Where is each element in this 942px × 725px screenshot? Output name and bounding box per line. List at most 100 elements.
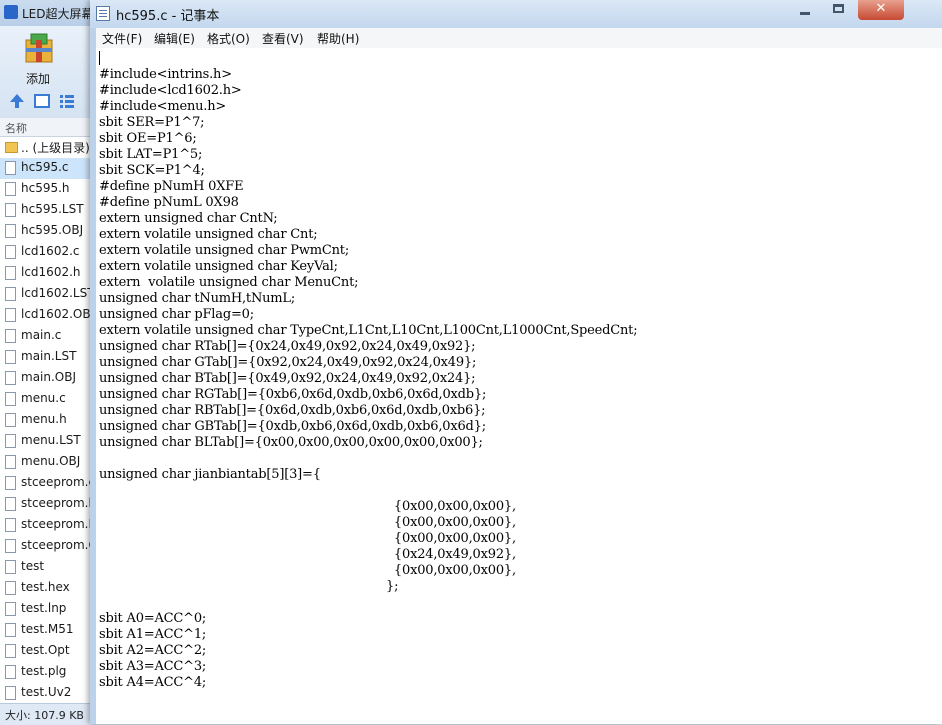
- notepad-window: hc595.c - 记事本 ✕ 文件(F) 编辑(E) 格式(O) 查看(V) …: [90, 0, 942, 724]
- file-list-item[interactable]: lcd1602.LST: [0, 284, 90, 305]
- file-list-item[interactable]: main.LST: [0, 347, 90, 368]
- file-icon: [5, 560, 16, 574]
- file-list-item[interactable]: menu.OBJ: [0, 452, 90, 473]
- file-name: hc595.OBJ: [21, 223, 84, 237]
- menu-view[interactable]: 查看(V): [262, 30, 304, 47]
- file-list-item[interactable]: menu.h: [0, 410, 90, 431]
- file-list-item[interactable]: menu.c: [0, 389, 90, 410]
- menu-edit[interactable]: 编辑(E): [154, 30, 195, 47]
- file-list-item[interactable]: stceeprom.c: [0, 473, 90, 494]
- code-line: unsigned char tNumH,tNumL;: [99, 291, 296, 306]
- file-name: .. (上级目录): [21, 141, 90, 155]
- file-icon: [5, 518, 16, 532]
- file-list-item[interactable]: hc595.OBJ: [0, 221, 90, 242]
- code-line: unsigned char GBTab[]={0xdb,0xb6,0x6d,0x…: [99, 419, 486, 434]
- file-list-item[interactable]: main.OBJ: [0, 368, 90, 389]
- code-line: sbit A1=ACC^1;: [99, 627, 207, 642]
- code-line: extern volatile unsigned char Cnt;: [99, 227, 318, 242]
- code-line: unsigned char RTab[]={0x24,0x49,0x92,0x2…: [99, 339, 476, 354]
- file-icon: [5, 539, 16, 553]
- file-list-item[interactable]: hc595.LST: [0, 200, 90, 221]
- menu-bar: 文件(F) 编辑(E) 格式(O) 查看(V) 帮助(H): [96, 28, 942, 49]
- file-list-item[interactable]: hc595.h: [0, 179, 90, 200]
- text-editor[interactable]: #include<intrins.h> #include<lcd1602.h> #i…: [96, 48, 942, 724]
- file-icon: [5, 686, 16, 700]
- code-line: extern unsigned char CntN;: [99, 211, 278, 226]
- file-icon: [5, 434, 16, 448]
- code-line: sbit A0=ACC^0;: [99, 611, 207, 626]
- code-line: #include<lcd1602.h>: [99, 83, 242, 98]
- column-header-label: 名称: [5, 122, 27, 135]
- file-list-item[interactable]: lcd1602.h: [0, 263, 90, 284]
- file-list-item[interactable]: test.M51: [0, 620, 90, 641]
- file-list-item[interactable]: test.lnp: [0, 599, 90, 620]
- code-line: {0x00,0x00,0x00},: [99, 563, 516, 578]
- close-icon: ✕: [875, 1, 887, 16]
- file-list-item[interactable]: hc595.c: [0, 158, 90, 179]
- file-icon: [5, 371, 16, 385]
- file-icon: [5, 203, 16, 217]
- file-name: test: [21, 559, 45, 573]
- code-line: {0x00,0x00,0x00},: [99, 499, 516, 514]
- file-list-item[interactable]: main.c: [0, 326, 90, 347]
- file-icon: [5, 581, 16, 595]
- code-line: #define pNumL 0X98: [99, 195, 239, 210]
- file-icon: [5, 665, 16, 679]
- file-name: stceeprom.OBJ: [21, 538, 90, 552]
- file-list-item[interactable]: lcd1602.c: [0, 242, 90, 263]
- maximize-button[interactable]: [824, 0, 854, 20]
- file-list-item[interactable]: test.hex: [0, 578, 90, 599]
- code-line: extern volatile unsigned char PwmCnt;: [99, 243, 349, 258]
- file-name: hc595.c: [21, 160, 69, 174]
- view-controls: [6, 92, 90, 110]
- code-line: unsigned char RGTab[]={0xb6,0x6d,0xdb,0x…: [99, 387, 487, 402]
- file-name: test.Uv2: [21, 685, 72, 699]
- file-name: menu.h: [21, 412, 67, 426]
- column-header-name[interactable]: 名称: [0, 118, 90, 137]
- file-icon: [5, 623, 16, 637]
- file-name: menu.c: [21, 391, 66, 405]
- close-button[interactable]: ✕: [858, 0, 904, 20]
- file-icon: [5, 329, 16, 343]
- code-line: sbit A4=ACC^4;: [99, 675, 207, 690]
- menu-help[interactable]: 帮助(H): [317, 30, 359, 47]
- file-list-item[interactable]: test.Opt: [0, 641, 90, 662]
- file-name: hc595.h: [21, 181, 70, 195]
- file-name: stceeprom.c: [21, 475, 90, 489]
- details-view-icon[interactable]: [33, 92, 51, 110]
- file-list-item[interactable]: stceeprom.OBJ: [0, 536, 90, 557]
- file-list-item[interactable]: lcd1602.OBJ: [0, 305, 90, 326]
- file-list-item[interactable]: test.plg: [0, 662, 90, 683]
- file-list-item[interactable]: stceeprom.LST: [0, 515, 90, 536]
- file-list-item[interactable]: menu.LST: [0, 431, 90, 452]
- list-view-icon[interactable]: [58, 92, 76, 110]
- menu-file[interactable]: 文件(F): [102, 30, 142, 47]
- minimize-button[interactable]: [790, 0, 820, 20]
- add-button[interactable]: 添加: [8, 30, 68, 86]
- file-icon: [5, 392, 16, 406]
- file-icon: [5, 182, 16, 196]
- file-name: lcd1602.OBJ: [21, 307, 90, 321]
- file-name: stceeprom.h: [21, 496, 90, 510]
- code-line: #include<menu.h>: [99, 99, 227, 114]
- file-icon: [5, 497, 16, 511]
- code-line: sbit OE=P1^6;: [99, 131, 197, 146]
- file-list-item[interactable]: test: [0, 557, 90, 578]
- file-list-item[interactable]: stceeprom.h: [0, 494, 90, 515]
- file-name: main.OBJ: [21, 370, 77, 384]
- explorer-toolbar: 添加: [0, 26, 90, 119]
- code-line: sbit A3=ACC^3;: [99, 659, 207, 674]
- menu-format[interactable]: 格式(O): [207, 30, 250, 47]
- explorer-title: LED超大屏幕: [22, 7, 94, 21]
- file-list-item[interactable]: .. (上级目录): [0, 137, 90, 158]
- up-arrow-icon[interactable]: [8, 92, 26, 110]
- notepad-title-bar[interactable]: hc595.c - 记事本 ✕: [90, 0, 942, 28]
- code-text[interactable]: #include<intrins.h> #include<lcd1602.h> #i…: [99, 67, 638, 691]
- text-caret: [99, 51, 100, 65]
- code-line: extern volatile unsigned char MenuCnt;: [99, 275, 359, 290]
- code-line: unsigned char RBTab[]={0x6d,0xdb,0xb6,0x…: [99, 403, 486, 418]
- code-line: #include<intrins.h>: [99, 67, 232, 82]
- file-list-item[interactable]: test.Uv2: [0, 683, 90, 703]
